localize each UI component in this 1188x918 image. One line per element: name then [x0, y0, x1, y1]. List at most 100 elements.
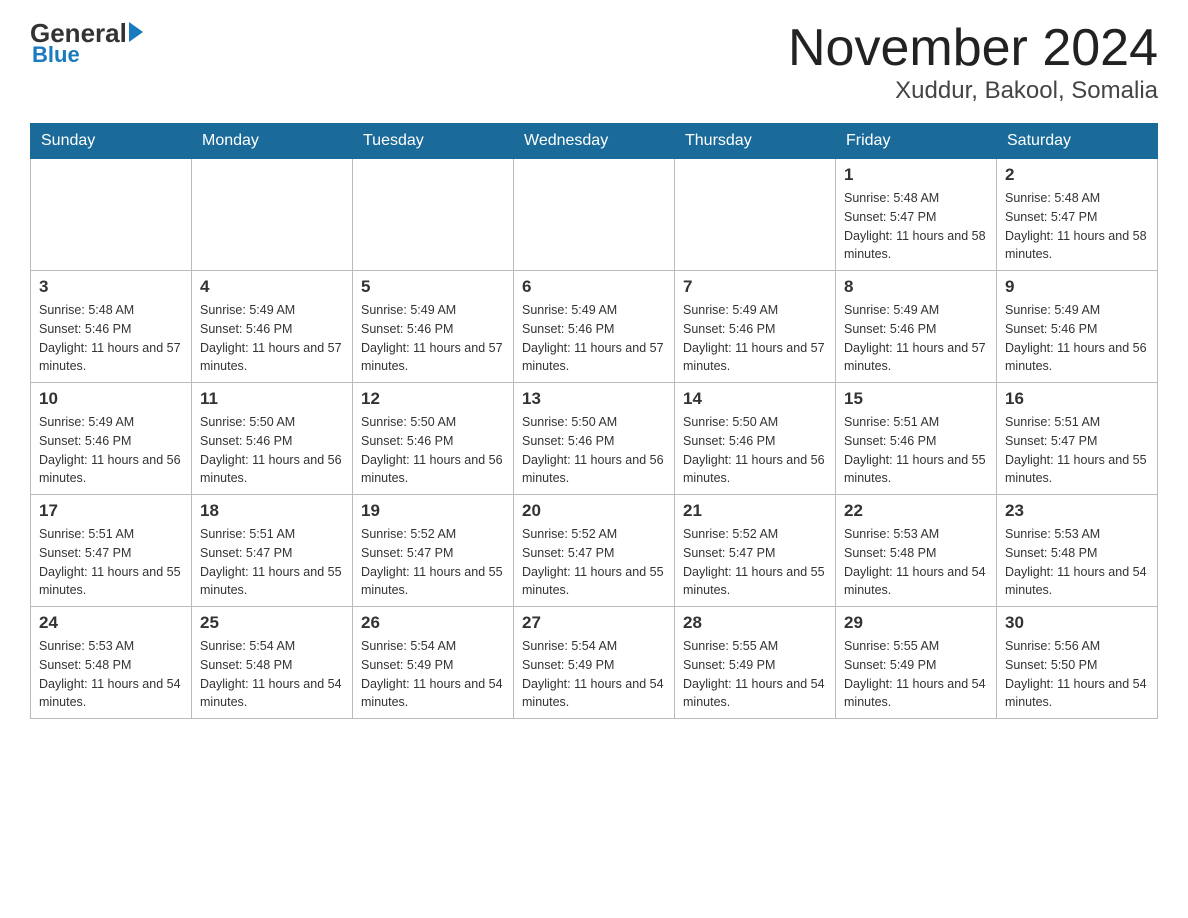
day-info: Sunrise: 5:54 AMSunset: 5:49 PMDaylight:…: [522, 637, 666, 712]
calendar-cell: 3 Sunrise: 5:48 AMSunset: 5:46 PMDaylight…: [31, 271, 192, 383]
calendar-cell: 30 Sunrise: 5:56 AMSunset: 5:50 PMDayligh…: [997, 607, 1158, 719]
calendar-cell: 7Sunrise: 5:49 AMSunset: 5:46 PMDaylight…: [675, 271, 836, 383]
day-number: 25: [200, 613, 344, 633]
calendar-cell: 11 Sunrise: 5:50 AMSunset: 5:46 PMDayligh…: [192, 383, 353, 495]
day-info: Sunrise: 5:56 AMSunset: 5:50 PMDaylight:…: [1005, 637, 1149, 712]
day-number: 9: [1005, 277, 1149, 297]
day-number: 15: [844, 389, 988, 409]
calendar-table: Sunday Monday Tuesday Wednesday Thursday…: [30, 123, 1158, 719]
header-monday: Monday: [192, 124, 353, 159]
day-info: Sunrise: 5:49 AMSunset: 5:46 PMDaylight:…: [200, 301, 344, 376]
day-number: 5: [361, 277, 505, 297]
day-number: 12: [361, 389, 505, 409]
calendar-cell: 29Sunrise: 5:55 AMSunset: 5:49 PMDayligh…: [836, 607, 997, 719]
day-number: 8: [844, 277, 988, 297]
day-number: 1: [844, 165, 988, 185]
day-number: 27: [522, 613, 666, 633]
calendar-cell: 27 Sunrise: 5:54 AMSunset: 5:49 PMDayligh…: [514, 607, 675, 719]
day-number: 18: [200, 501, 344, 521]
month-title: November 2024: [788, 20, 1158, 77]
day-number: 19: [361, 501, 505, 521]
day-info: Sunrise: 5:53 AMSunset: 5:48 PMDaylight:…: [39, 637, 183, 712]
day-info: Sunrise: 5:50 AMSunset: 5:46 PMDaylight:…: [522, 413, 666, 488]
week-row-4: 17 Sunrise: 5:51 AMSunset: 5:47 PMDayligh…: [31, 495, 1158, 607]
day-info: Sunrise: 5:49 AMSunset: 5:46 PMDaylight:…: [39, 413, 183, 488]
calendar-cell: 5 Sunrise: 5:49 AMSunset: 5:46 PMDaylight…: [353, 271, 514, 383]
day-info: Sunrise: 5:52 AMSunset: 5:47 PMDaylight:…: [683, 525, 827, 600]
calendar-cell: 25 Sunrise: 5:54 AMSunset: 5:48 PMDayligh…: [192, 607, 353, 719]
day-info: Sunrise: 5:49 AMSunset: 5:46 PMDaylight:…: [361, 301, 505, 376]
calendar-cell: 19 Sunrise: 5:52 AMSunset: 5:47 PMDayligh…: [353, 495, 514, 607]
day-info: Sunrise: 5:52 AMSunset: 5:47 PMDaylight:…: [361, 525, 505, 600]
day-info: Sunrise: 5:51 AMSunset: 5:47 PMDaylight:…: [200, 525, 344, 600]
calendar-cell: 10 Sunrise: 5:49 AMSunset: 5:46 PMDayligh…: [31, 383, 192, 495]
day-info: Sunrise: 5:55 AMSunset: 5:49 PMDaylight:…: [844, 637, 988, 712]
calendar-cell: 20 Sunrise: 5:52 AMSunset: 5:47 PMDayligh…: [514, 495, 675, 607]
day-header-row: Sunday Monday Tuesday Wednesday Thursday…: [31, 124, 1158, 159]
calendar-cell: 21 Sunrise: 5:52 AMSunset: 5:47 PMDayligh…: [675, 495, 836, 607]
week-row-3: 10 Sunrise: 5:49 AMSunset: 5:46 PMDayligh…: [31, 383, 1158, 495]
day-info: Sunrise: 5:48 AMSunset: 5:47 PMDaylight:…: [844, 189, 988, 264]
calendar-cell: 6 Sunrise: 5:49 AMSunset: 5:46 PMDaylight…: [514, 271, 675, 383]
calendar-cell: 28 Sunrise: 5:55 AMSunset: 5:49 PMDayligh…: [675, 607, 836, 719]
day-number: 20: [522, 501, 666, 521]
calendar-cell: 2 Sunrise: 5:48 AMSunset: 5:47 PMDaylight…: [997, 159, 1158, 271]
calendar-cell: 13 Sunrise: 5:50 AMSunset: 5:46 PMDayligh…: [514, 383, 675, 495]
calendar-cell: 16 Sunrise: 5:51 AMSunset: 5:47 PMDayligh…: [997, 383, 1158, 495]
day-info: Sunrise: 5:48 AMSunset: 5:47 PMDaylight:…: [1005, 189, 1149, 264]
day-info: Sunrise: 5:51 AMSunset: 5:46 PMDaylight:…: [844, 413, 988, 488]
day-info: Sunrise: 5:50 AMSunset: 5:46 PMDaylight:…: [683, 413, 827, 488]
day-number: 13: [522, 389, 666, 409]
day-info: Sunrise: 5:55 AMSunset: 5:49 PMDaylight:…: [683, 637, 827, 712]
day-info: Sunrise: 5:49 AMSunset: 5:46 PMDaylight:…: [1005, 301, 1149, 376]
calendar-cell: [514, 159, 675, 271]
calendar-cell: [31, 159, 192, 271]
header-tuesday: Tuesday: [353, 124, 514, 159]
day-number: 14: [683, 389, 827, 409]
day-number: 2: [1005, 165, 1149, 185]
logo-blue: Blue: [32, 42, 80, 68]
day-number: 28: [683, 613, 827, 633]
logo: General Blue: [30, 20, 143, 68]
day-number: 26: [361, 613, 505, 633]
day-info: Sunrise: 5:48 AMSunset: 5:46 PMDaylight:…: [39, 301, 183, 376]
day-number: 22: [844, 501, 988, 521]
title-area: November 2024 Xuddur, Bakool, Somalia: [788, 20, 1158, 105]
calendar-cell: 23Sunrise: 5:53 AMSunset: 5:48 PMDayligh…: [997, 495, 1158, 607]
day-info: Sunrise: 5:51 AMSunset: 5:47 PMDaylight:…: [39, 525, 183, 600]
day-number: 11: [200, 389, 344, 409]
day-number: 24: [39, 613, 183, 633]
header-thursday: Thursday: [675, 124, 836, 159]
day-info: Sunrise: 5:53 AMSunset: 5:48 PMDaylight:…: [1005, 525, 1149, 600]
calendar-cell: 22 Sunrise: 5:53 AMSunset: 5:48 PMDayligh…: [836, 495, 997, 607]
calendar-cell: 18 Sunrise: 5:51 AMSunset: 5:47 PMDayligh…: [192, 495, 353, 607]
calendar-cell: 24 Sunrise: 5:53 AMSunset: 5:48 PMDayligh…: [31, 607, 192, 719]
day-info: Sunrise: 5:53 AMSunset: 5:48 PMDaylight:…: [844, 525, 988, 600]
header-wednesday: Wednesday: [514, 124, 675, 159]
day-info: Sunrise: 5:54 AMSunset: 5:48 PMDaylight:…: [200, 637, 344, 712]
calendar-cell: 1 Sunrise: 5:48 AMSunset: 5:47 PMDaylight…: [836, 159, 997, 271]
day-number: 30: [1005, 613, 1149, 633]
calendar-cell: 9 Sunrise: 5:49 AMSunset: 5:46 PMDaylight…: [997, 271, 1158, 383]
header-saturday: Saturday: [997, 124, 1158, 159]
day-number: 3: [39, 277, 183, 297]
calendar-cell: 12Sunrise: 5:50 AMSunset: 5:46 PMDayligh…: [353, 383, 514, 495]
week-row-1: 1 Sunrise: 5:48 AMSunset: 5:47 PMDaylight…: [31, 159, 1158, 271]
logo-arrow-icon: [129, 22, 143, 42]
day-number: 17: [39, 501, 183, 521]
day-info: Sunrise: 5:51 AMSunset: 5:47 PMDaylight:…: [1005, 413, 1149, 488]
day-number: 21: [683, 501, 827, 521]
day-info: Sunrise: 5:49 AMSunset: 5:46 PMDaylight:…: [522, 301, 666, 376]
day-number: 6: [522, 277, 666, 297]
page-header: General Blue November 2024 Xuddur, Bakoo…: [30, 20, 1158, 105]
header-friday: Friday: [836, 124, 997, 159]
day-number: 10: [39, 389, 183, 409]
day-info: Sunrise: 5:50 AMSunset: 5:46 PMDaylight:…: [200, 413, 344, 488]
calendar-cell: [675, 159, 836, 271]
day-number: 7: [683, 277, 827, 297]
day-number: 16: [1005, 389, 1149, 409]
week-row-2: 3 Sunrise: 5:48 AMSunset: 5:46 PMDaylight…: [31, 271, 1158, 383]
day-info: Sunrise: 5:52 AMSunset: 5:47 PMDaylight:…: [522, 525, 666, 600]
day-info: Sunrise: 5:54 AMSunset: 5:49 PMDaylight:…: [361, 637, 505, 712]
calendar-cell: 15 Sunrise: 5:51 AMSunset: 5:46 PMDayligh…: [836, 383, 997, 495]
